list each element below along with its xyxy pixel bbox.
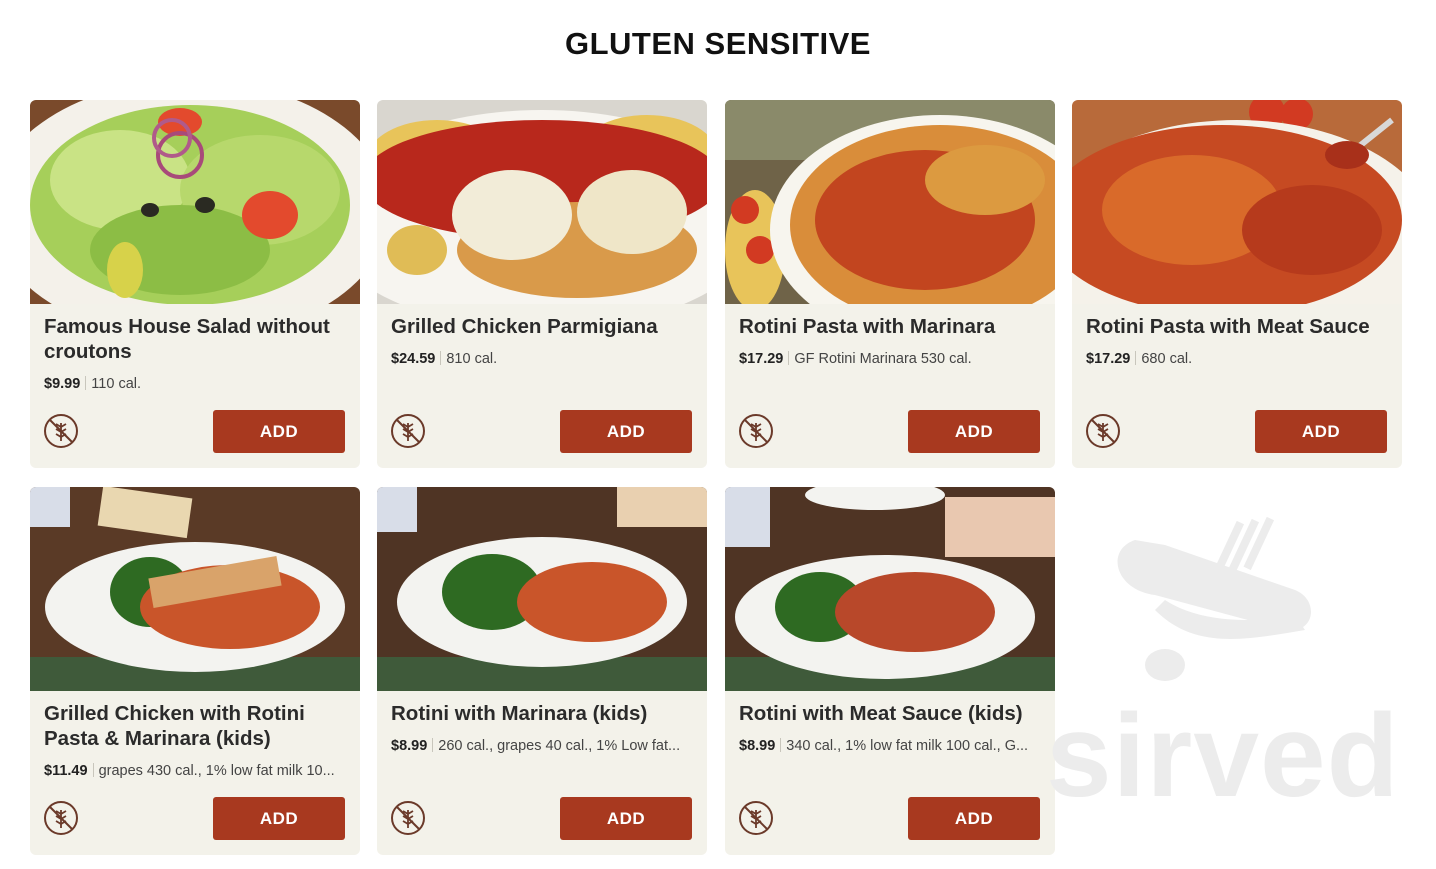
item-meta: $24.59 810 cal. <box>391 351 697 367</box>
section-title: GLUTEN SENSITIVE <box>565 26 871 61</box>
menu-item-card[interactable]: Rotini with Meat Sauce (kids) $8.99 340 c… <box>725 487 1055 855</box>
item-details: 340 cal., 1% low fat milk 100 cal., G... <box>786 738 1029 754</box>
add-button[interactable]: ADD <box>213 410 345 453</box>
item-price: $11.49 <box>44 763 88 779</box>
gluten-free-icon <box>739 801 773 835</box>
item-meta: $17.29 680 cal. <box>1086 351 1392 367</box>
item-name: Famous House Salad without croutons <box>44 315 330 363</box>
item-name: Grilled Chicken with Rotini Pasta & Mari… <box>44 702 305 750</box>
gluten-free-icon <box>391 414 425 448</box>
gluten-free-icon <box>44 801 78 835</box>
kids-rotini-marinara-photo <box>377 487 707 691</box>
rotini-meat-sauce-photo <box>1072 100 1402 304</box>
watermark-text: sirved <box>1046 690 1400 822</box>
item-details: 680 cal. <box>1141 351 1193 367</box>
item-name: Rotini with Meat Sauce (kids) <box>739 702 1023 725</box>
divider <box>92 763 94 777</box>
gluten-free-icon <box>739 414 773 448</box>
item-meta: $8.99 260 cal., grapes 40 cal., 1% Low fa… <box>391 738 697 754</box>
item-details: 110 cal. <box>91 376 142 392</box>
divider <box>440 351 442 365</box>
gluten-free-icon <box>1086 414 1120 448</box>
menu-item-card[interactable]: Rotini Pasta with Meat Sauce $17.29 680 c… <box>1072 100 1402 468</box>
add-button[interactable]: ADD <box>560 410 692 453</box>
gluten-free-icon <box>44 414 78 448</box>
menu-item-card[interactable]: Grilled Chicken with Rotini Pasta & Mari… <box>30 487 360 855</box>
item-price: $17.29 <box>739 351 784 367</box>
item-name: Grilled Chicken Parmigiana <box>391 315 658 338</box>
item-price: $17.29 <box>1086 351 1131 367</box>
divider <box>432 738 434 752</box>
item-price: $9.99 <box>44 376 81 392</box>
house-salad-photo <box>30 100 360 304</box>
add-button[interactable]: ADD <box>908 797 1040 840</box>
item-meta: $17.29 GF Rotini Marinara 530 cal. <box>739 351 1045 367</box>
menu-item-card[interactable]: Rotini with Marinara (kids) $8.99 260 cal… <box>377 487 707 855</box>
item-name: Rotini with Marinara (kids) <box>391 702 648 725</box>
menu-item-card[interactable]: Rotini Pasta with Marinara $17.29 GF Roti… <box>725 100 1055 468</box>
kids-rotini-meat-sauce-photo <box>725 487 1055 691</box>
item-price: $8.99 <box>739 738 776 754</box>
add-button[interactable]: ADD <box>1255 410 1387 453</box>
add-button[interactable]: ADD <box>213 797 345 840</box>
item-name: Rotini Pasta with Meat Sauce <box>1086 315 1370 338</box>
item-meta: $11.49 grapes 430 cal., 1% low fat milk 1… <box>44 763 350 779</box>
divider <box>1135 351 1137 365</box>
menu-item-card[interactable]: Famous House Salad without croutons $9.9… <box>30 100 360 468</box>
divider <box>780 738 782 752</box>
item-details: grapes 430 cal., 1% low fat milk 10... <box>98 763 335 779</box>
divider <box>85 376 87 390</box>
item-meta: $8.99 340 cal., 1% low fat milk 100 cal.,… <box>739 738 1045 754</box>
gluten-free-icon <box>391 801 425 835</box>
rotini-marinara-photo <box>725 100 1055 304</box>
add-button[interactable]: ADD <box>908 410 1040 453</box>
menu-item-card[interactable]: Grilled Chicken Parmigiana $24.59 810 cal… <box>377 100 707 468</box>
divider <box>788 351 790 365</box>
chicken-parmigiana-photo <box>377 100 707 304</box>
item-price: $24.59 <box>391 351 436 367</box>
item-price: $8.99 <box>391 738 428 754</box>
item-name: Rotini Pasta with Marinara <box>739 315 996 338</box>
item-meta: $9.99 110 cal. <box>44 376 350 392</box>
item-details: 260 cal., grapes 40 cal., 1% Low fat... <box>438 738 681 754</box>
add-button[interactable]: ADD <box>560 797 692 840</box>
item-details: GF Rotini Marinara 530 cal. <box>794 351 972 367</box>
kids-chicken-rotini-photo <box>30 487 360 691</box>
item-details: 810 cal. <box>446 351 498 367</box>
